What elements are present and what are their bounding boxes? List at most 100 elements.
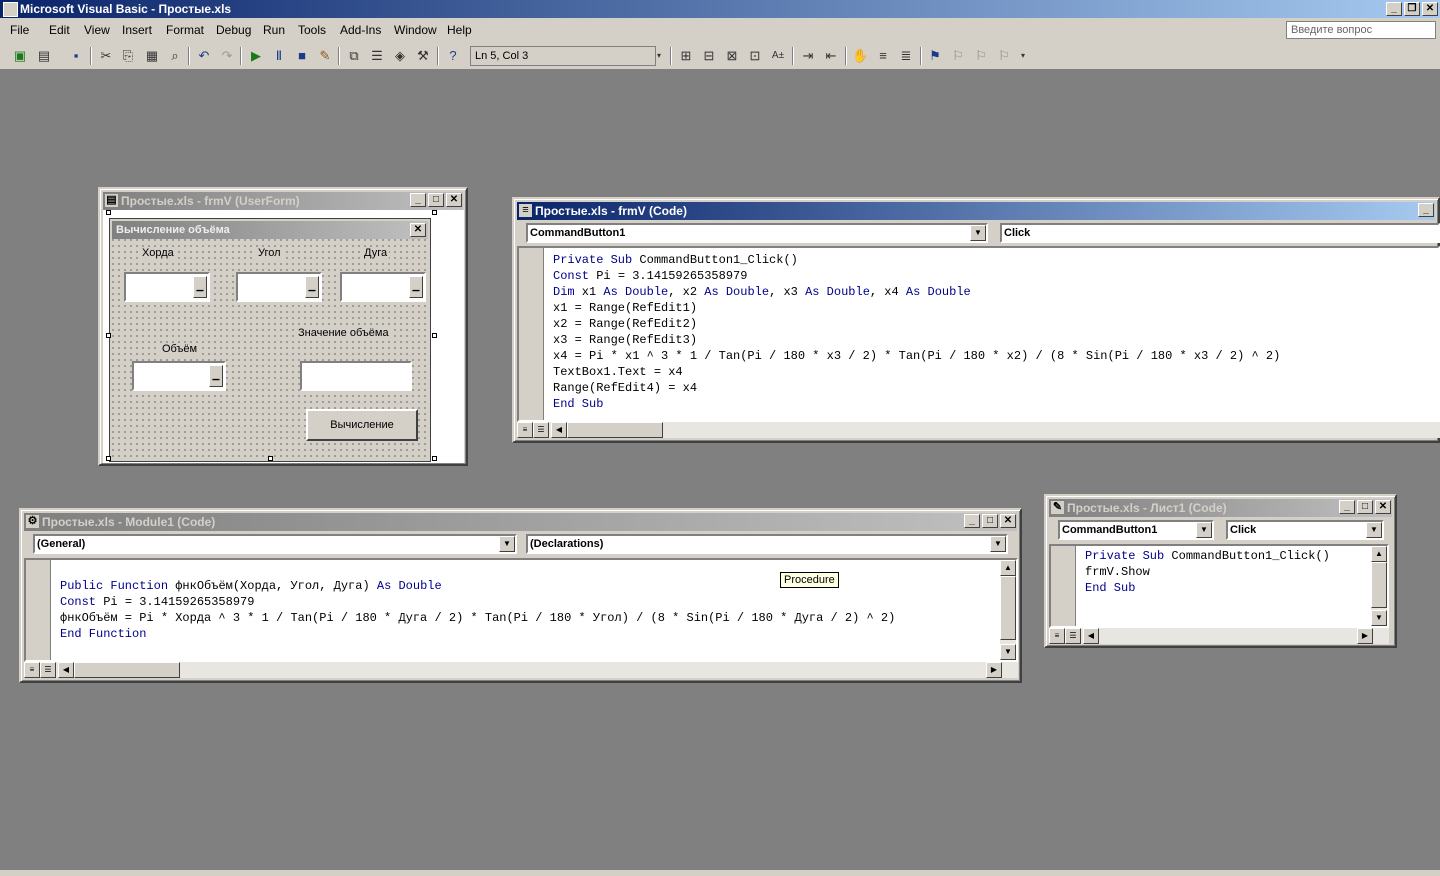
restore-icon[interactable]: ❐ <box>1404 2 1420 16</box>
close-icon[interactable]: ✕ <box>446 193 462 207</box>
refedit-collapse-icon[interactable]: ▁ <box>193 276 207 298</box>
resize-handle[interactable] <box>432 456 437 461</box>
menu-edit[interactable]: Edit <box>49 23 70 37</box>
procedure-combo[interactable]: (Declarations) ▼ <box>526 534 1008 554</box>
toggle-breakpoint-icon[interactable]: ✋ <box>852 48 868 64</box>
code-text[interactable]: Private Sub CommandButton1_Click() frmV.S… <box>1085 548 1330 596</box>
scroll-left-icon[interactable]: ◀ <box>1083 628 1099 644</box>
menu-help[interactable]: Help <box>447 23 472 37</box>
procedure-view-icon[interactable]: ≡ <box>517 422 533 438</box>
vertical-scrollbar[interactable]: ▲ ▼ <box>1000 560 1016 660</box>
complete-word-icon[interactable]: A± <box>770 48 786 64</box>
calculate-button[interactable]: Вычисление <box>306 409 418 441</box>
sheet1-code-window[interactable]: ✎ Простые.xls - Лист1 (Code) _ □ ✕ Comma… <box>1044 494 1397 648</box>
insert-userform-icon[interactable]: ▤ <box>36 48 52 64</box>
menu-format[interactable]: Format <box>166 23 204 37</box>
minimize-icon[interactable]: _ <box>1418 203 1434 217</box>
chevron-down-icon[interactable]: ▼ <box>990 536 1006 552</box>
menu-debug[interactable]: Debug <box>216 23 251 37</box>
cut-icon[interactable]: ✂ <box>98 48 114 64</box>
menu-view[interactable]: View <box>84 23 110 37</box>
scroll-thumb[interactable] <box>567 422 663 438</box>
code-text[interactable]: Private Sub CommandButton1_Click() Const … <box>553 252 1280 412</box>
horizontal-scrollbar[interactable]: ≡ ☰ ◀ ▶ <box>1049 628 1389 644</box>
comment-block-icon[interactable]: ≡ <box>875 48 891 64</box>
indent-icon[interactable]: ⇥ <box>800 48 816 64</box>
vba-app-icon[interactable] <box>3 2 18 17</box>
object-combo[interactable]: (General) ▼ <box>33 534 517 554</box>
list-properties-icon[interactable]: ⊞ <box>678 48 694 64</box>
scroll-thumb[interactable] <box>1000 576 1016 640</box>
toolbar-options-icon-2[interactable]: ▾ <box>1018 48 1028 64</box>
properties-icon[interactable]: ☰ <box>369 48 385 64</box>
refedit3[interactable]: ▁ <box>340 272 426 302</box>
paste-icon[interactable]: ▦ <box>144 48 160 64</box>
run-icon[interactable]: ▶ <box>248 48 264 64</box>
object-combo[interactable]: CommandButton1 ▼ <box>1058 520 1214 540</box>
menu-run[interactable]: Run <box>263 23 285 37</box>
code-text[interactable]: Public Function фнкОбъём(Хорда, Угол, Ду… <box>60 578 895 642</box>
resize-handle[interactable] <box>432 333 437 338</box>
procedure-view-icon[interactable]: ≡ <box>24 662 40 678</box>
maximize-icon[interactable]: □ <box>1357 500 1373 514</box>
userform-window-title-bar[interactable]: ▤ Простые.xls - frmV (UserForm) _ □ ✕ <box>103 192 463 210</box>
procedure-combo[interactable]: Click ▼ <box>1226 520 1384 540</box>
code-editor[interactable]: Public Function фнкОбъём(Хорда, Угол, Ду… <box>24 558 1018 662</box>
procedure-combo[interactable]: Click <box>1000 223 1440 243</box>
undo-icon[interactable]: ↶ <box>196 48 212 64</box>
list-constants-icon[interactable]: ⊟ <box>701 48 717 64</box>
clear-bookmarks-icon[interactable]: ⚐ <box>996 48 1012 64</box>
outdent-icon[interactable]: ⇤ <box>823 48 839 64</box>
break-icon[interactable]: Ⅱ <box>271 48 287 64</box>
resize-handle[interactable] <box>106 210 111 215</box>
margin-indicator-bar[interactable] <box>519 248 544 420</box>
menu-file[interactable]: File <box>10 23 29 37</box>
chevron-down-icon[interactable]: ▼ <box>1196 522 1212 538</box>
maximize-icon[interactable]: □ <box>982 514 998 528</box>
resize-handle[interactable] <box>268 456 273 461</box>
redo-icon[interactable]: ↷ <box>219 48 235 64</box>
module1-title-bar[interactable]: ⚙ Простые.xls - Module1 (Code) _ □ ✕ <box>24 513 1017 531</box>
refedit-collapse-icon[interactable]: ▁ <box>209 365 223 387</box>
margin-indicator-bar[interactable] <box>26 560 51 660</box>
object-combo[interactable]: CommandButton1 ▼ <box>526 223 988 243</box>
frmv-code-window[interactable]: ≡ Простые.xls - frmV (Code) _ CommandBut… <box>512 197 1440 443</box>
procedure-view-icon[interactable]: ≡ <box>1049 628 1065 644</box>
menu-tools[interactable]: Tools <box>298 23 326 37</box>
design-mode-icon[interactable]: ✎ <box>317 48 333 64</box>
scroll-thumb[interactable] <box>74 662 180 678</box>
previous-bookmark-icon[interactable]: ⚐ <box>973 48 989 64</box>
menu-addins[interactable]: Add-Ins <box>340 23 381 37</box>
userform-frmv[interactable]: Вычисление объёма ✕ Хорда Угол Дуга ▁ ▁ … <box>109 218 431 462</box>
maximize-icon[interactable]: □ <box>428 193 444 207</box>
find-icon[interactable]: ⌕ <box>167 48 183 64</box>
margin-indicator-bar[interactable] <box>1051 546 1076 626</box>
scroll-right-icon[interactable]: ▶ <box>986 662 1002 678</box>
next-bookmark-icon[interactable]: ⚐ <box>950 48 966 64</box>
copy-icon[interactable]: ⎘ <box>120 48 136 64</box>
close-icon[interactable]: ✕ <box>1375 500 1391 514</box>
save-icon[interactable]: ▪ <box>68 48 84 64</box>
chevron-down-icon[interactable]: ▼ <box>970 225 986 241</box>
scroll-thumb[interactable] <box>1371 562 1387 608</box>
refedit1[interactable]: ▁ <box>124 272 210 302</box>
chevron-down-icon[interactable]: ▼ <box>1366 522 1382 538</box>
refedit4[interactable]: ▁ <box>132 361 226 391</box>
help-icon[interactable]: ? <box>445 48 461 64</box>
refedit-collapse-icon[interactable]: ▁ <box>409 276 423 298</box>
toolbar-options-icon[interactable]: ▾ <box>654 48 664 64</box>
frmv-code-title-bar[interactable]: ≡ Простые.xls - frmV (Code) _ <box>517 202 1435 220</box>
userform-designer-window[interactable]: ▤ Простые.xls - frmV (UserForm) _ □ ✕ Вы… <box>98 187 468 466</box>
scroll-up-icon[interactable]: ▲ <box>1000 560 1016 576</box>
scroll-right-icon[interactable]: ▶ <box>1357 628 1373 644</box>
menu-window[interactable]: Window <box>394 23 437 37</box>
parameter-info-icon[interactable]: ⊡ <box>747 48 763 64</box>
scroll-left-icon[interactable]: ◀ <box>58 662 74 678</box>
full-module-view-icon[interactable]: ☰ <box>533 422 549 438</box>
object-browser-icon[interactable]: ◈ <box>392 48 408 64</box>
project-explorer-icon[interactable]: ⧉ <box>346 48 362 64</box>
refedit2[interactable]: ▁ <box>236 272 322 302</box>
reset-icon[interactable]: ■ <box>294 48 310 64</box>
code-editor[interactable]: Private Sub CommandButton1_Click() Const … <box>517 246 1440 422</box>
full-module-view-icon[interactable]: ☰ <box>40 662 56 678</box>
